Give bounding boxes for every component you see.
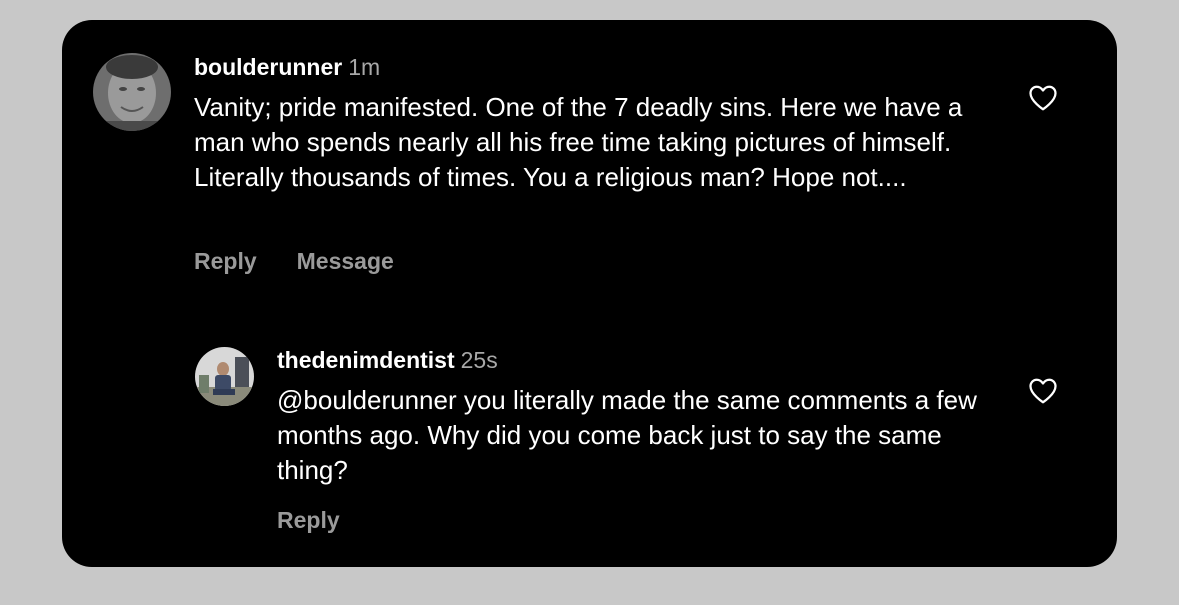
comment-actions: Reply Message (194, 248, 394, 275)
user-avatar-icon (93, 53, 171, 131)
user-avatar-icon (195, 347, 254, 406)
message-button[interactable]: Message (297, 248, 394, 274)
comment-time: 1m (348, 54, 381, 80)
comment-text: Vanity; pride manifested. One of the 7 d… (194, 92, 963, 192)
reply-time: 25s (460, 347, 498, 373)
reply-username[interactable]: thedenimdentist (277, 347, 455, 373)
boulderunner-avatar[interactable] (93, 53, 171, 131)
comment-header: boulderunner 1m (194, 54, 380, 81)
reply-text: @boulderunner you literally made the sam… (277, 385, 977, 485)
reply-button[interactable]: Reply (277, 507, 340, 533)
reply-header: thedenimdentist 25s (277, 347, 498, 374)
heart-outline-icon[interactable] (1028, 84, 1058, 112)
thedenimdentist-avatar[interactable] (195, 347, 254, 406)
heart-outline-icon[interactable] (1028, 377, 1058, 405)
reply-button[interactable]: Reply (194, 248, 257, 274)
reply-actions: Reply (277, 507, 340, 534)
comments-card: boulderunner 1m Vanity; pride manifested.… (62, 20, 1117, 567)
comment-username[interactable]: boulderunner (194, 54, 342, 80)
